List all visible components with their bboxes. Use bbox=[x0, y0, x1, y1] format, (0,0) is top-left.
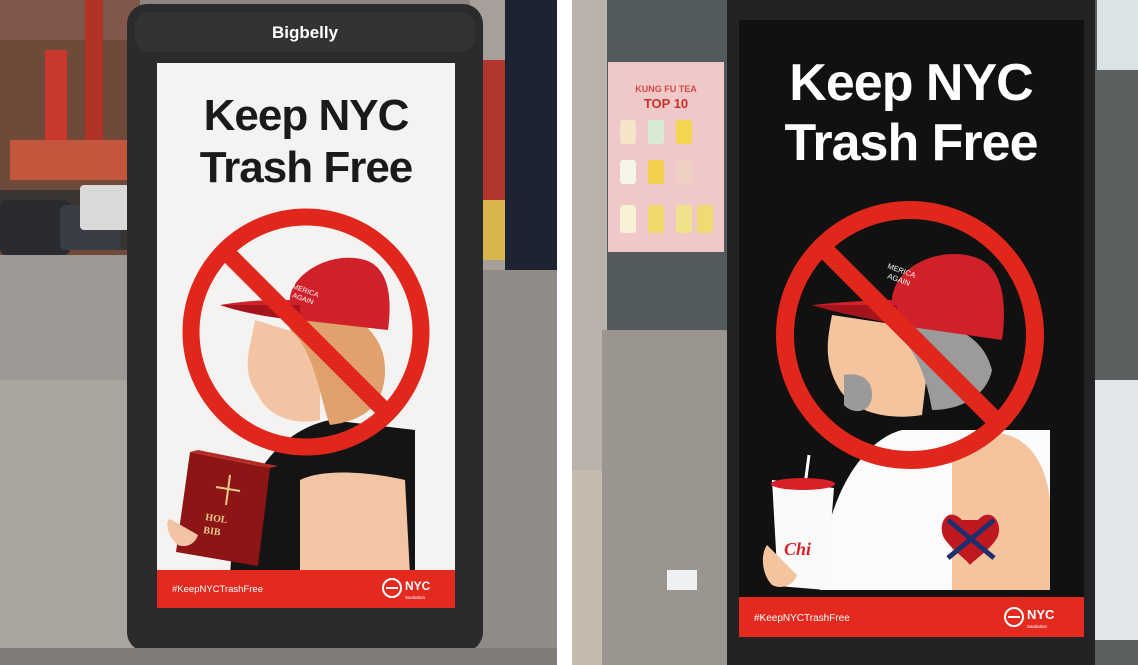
photo-collage: Bigbelly Keep NYC Trash Free MERICA AGAI… bbox=[0, 0, 1138, 665]
store-sign-line2: TOP 10 bbox=[644, 96, 688, 111]
right-photo-scene: KUNG FU TEA TOP 10 Keep NYC Trash Free M… bbox=[572, 0, 1138, 665]
heart-flag-tattoo bbox=[941, 514, 1000, 565]
poster-headline-line2: Trash Free bbox=[784, 114, 1037, 172]
poster-headline-line1: Keep NYC bbox=[204, 91, 409, 140]
left-photo: Bigbelly Keep NYC Trash Free MERICA AGAI… bbox=[0, 0, 557, 665]
trash-bag bbox=[1092, 380, 1138, 640]
poster-headline-line2: Trash Free bbox=[200, 143, 413, 192]
parked-car bbox=[0, 200, 70, 255]
hashtag-text: #KeepNYCTrashFree bbox=[172, 584, 263, 595]
sidewalk bbox=[602, 330, 732, 665]
nyc-logo-subtext: Sanitation bbox=[405, 595, 426, 600]
hashtag-text: #KeepNYCTrashFree bbox=[754, 613, 850, 624]
bin-brand-label: Bigbelly bbox=[272, 23, 339, 42]
store-sign-line1: KUNG FU TEA bbox=[635, 84, 697, 94]
right-photo: KUNG FU TEA TOP 10 Keep NYC Trash Free M… bbox=[572, 0, 1138, 665]
cup-logo-text: Chi bbox=[784, 539, 811, 559]
left-photo-scene: Bigbelly Keep NYC Trash Free MERICA AGAI… bbox=[0, 0, 557, 665]
bare-shoulder bbox=[300, 472, 410, 575]
nyc-logo-text: NYC bbox=[405, 579, 431, 593]
sidewalk bbox=[470, 270, 557, 665]
nyc-logo-text: NYC bbox=[1027, 607, 1055, 622]
poster-headline-line1: Keep NYC bbox=[789, 54, 1033, 112]
nyc-logo-subtext: Sanitation bbox=[1027, 624, 1048, 629]
